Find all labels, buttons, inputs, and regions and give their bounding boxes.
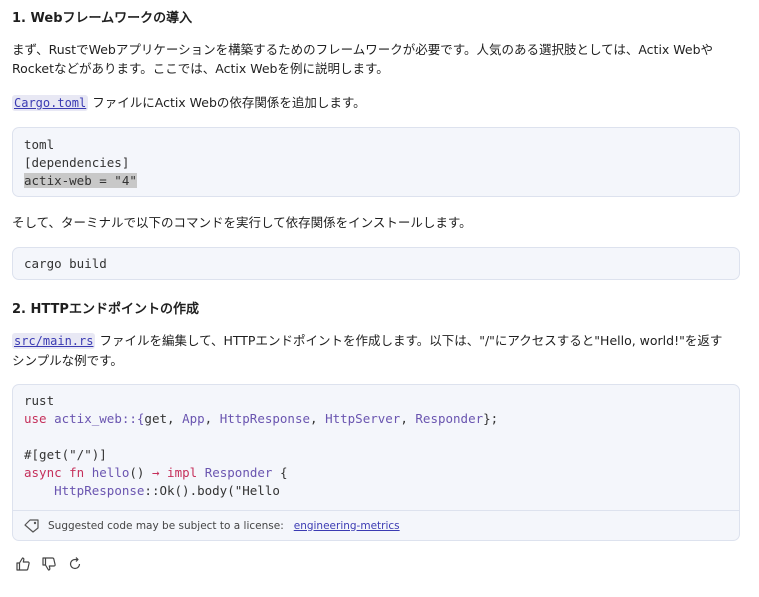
async-fn-keyword: async fn bbox=[24, 465, 85, 480]
toml-actix-line[interactable]: actix-web = "4" bbox=[24, 173, 137, 188]
cargo-build-command: cargo build bbox=[24, 256, 107, 271]
toml-code-content: toml [dependencies] actix-web = "4" bbox=[24, 136, 137, 190]
toml-lang-label: toml bbox=[24, 137, 55, 152]
use-keyword: use bbox=[24, 411, 47, 426]
section2-desc-line2: シンプルな例です。 bbox=[12, 353, 123, 368]
section1-heading: 1. Webフレームワークの導入 bbox=[12, 11, 193, 26]
cargo-build-block: cargo build bbox=[12, 247, 740, 280]
return-arrow: → bbox=[151, 465, 160, 480]
use-path: actix_web::{ bbox=[54, 411, 145, 426]
cargo-instruction: Cargo.toml ファイルにActix Webの依存関係を追加します。 bbox=[12, 93, 742, 113]
section2-desc-line1: src/main.rs ファイルを編集して、HTTPエンドポイントを作成します。… bbox=[12, 331, 742, 351]
section2-heading: 2. HTTPエンドポイントの作成 bbox=[12, 302, 199, 317]
refresh-icon[interactable] bbox=[65, 554, 85, 574]
cargo-instruction-text: ファイルにActix Webの依存関係を追加します。 bbox=[92, 95, 366, 110]
fn-name: hello bbox=[91, 465, 130, 480]
cargo-toml-code: Cargo.toml bbox=[12, 95, 89, 111]
import-get: get bbox=[144, 411, 167, 426]
toml-deps-line: [dependencies] bbox=[24, 155, 130, 170]
license-text: Suggested code may be subject to a licen… bbox=[48, 519, 284, 532]
license-link[interactable]: engineering-metrics bbox=[294, 520, 400, 532]
thumbs-up-icon[interactable] bbox=[13, 554, 33, 574]
rust-code-content: rust use actix_web::{get, App, HttpRespo… bbox=[24, 393, 499, 498]
thumbs-down-icon[interactable] bbox=[39, 554, 59, 574]
route-attribute: #[get("/")] bbox=[24, 447, 107, 462]
section2-desc-text1: ファイルを編集して、HTTPエンドポイントを作成します。以下は、"/"にアクセス… bbox=[99, 333, 723, 348]
toml-code-block: toml [dependencies] actix-web = "4" bbox=[12, 127, 740, 197]
section1-intro: まず、RustでWebアプリケーションを構築するためのフレームワークが必要です。… bbox=[12, 40, 742, 78]
open-brace: { bbox=[279, 465, 288, 480]
section1-intro-line1: まず、RustでWebアプリケーションを構築するためのフレームワークが必要です。… bbox=[12, 42, 714, 57]
impl-keyword: impl bbox=[167, 465, 198, 480]
import-app: App bbox=[182, 411, 205, 426]
body-rest: ::Ok().body("Hello bbox=[144, 483, 280, 498]
install-instruction: そして、ターミナルで以下のコマンドを実行して依存関係をインストールします。 bbox=[12, 215, 472, 230]
return-type: Responder bbox=[204, 465, 273, 480]
body-type: HttpResponse bbox=[54, 483, 145, 498]
main-rs-code: src/main.rs bbox=[12, 333, 96, 349]
rust-code-block: rust use actix_web::{get, App, HttpRespo… bbox=[12, 384, 740, 541]
fn-parens: () bbox=[129, 465, 145, 480]
rust-lang-label: rust bbox=[24, 393, 55, 408]
license-notice: Suggested code may be subject to a licen… bbox=[13, 510, 739, 540]
import-responder: Responder bbox=[415, 411, 484, 426]
section2-desc: src/main.rs ファイルを編集して、HTTPエンドポイントを作成します。… bbox=[12, 331, 742, 370]
import-httpresponse: HttpResponse bbox=[219, 411, 311, 426]
import-httpserver: HttpServer bbox=[325, 411, 401, 426]
feedback-bar bbox=[13, 554, 85, 574]
section1-intro-line2: Rocketなどがあります。ここでは、Actix Webを例に説明します。 bbox=[12, 61, 389, 76]
license-tag-icon bbox=[24, 518, 40, 533]
